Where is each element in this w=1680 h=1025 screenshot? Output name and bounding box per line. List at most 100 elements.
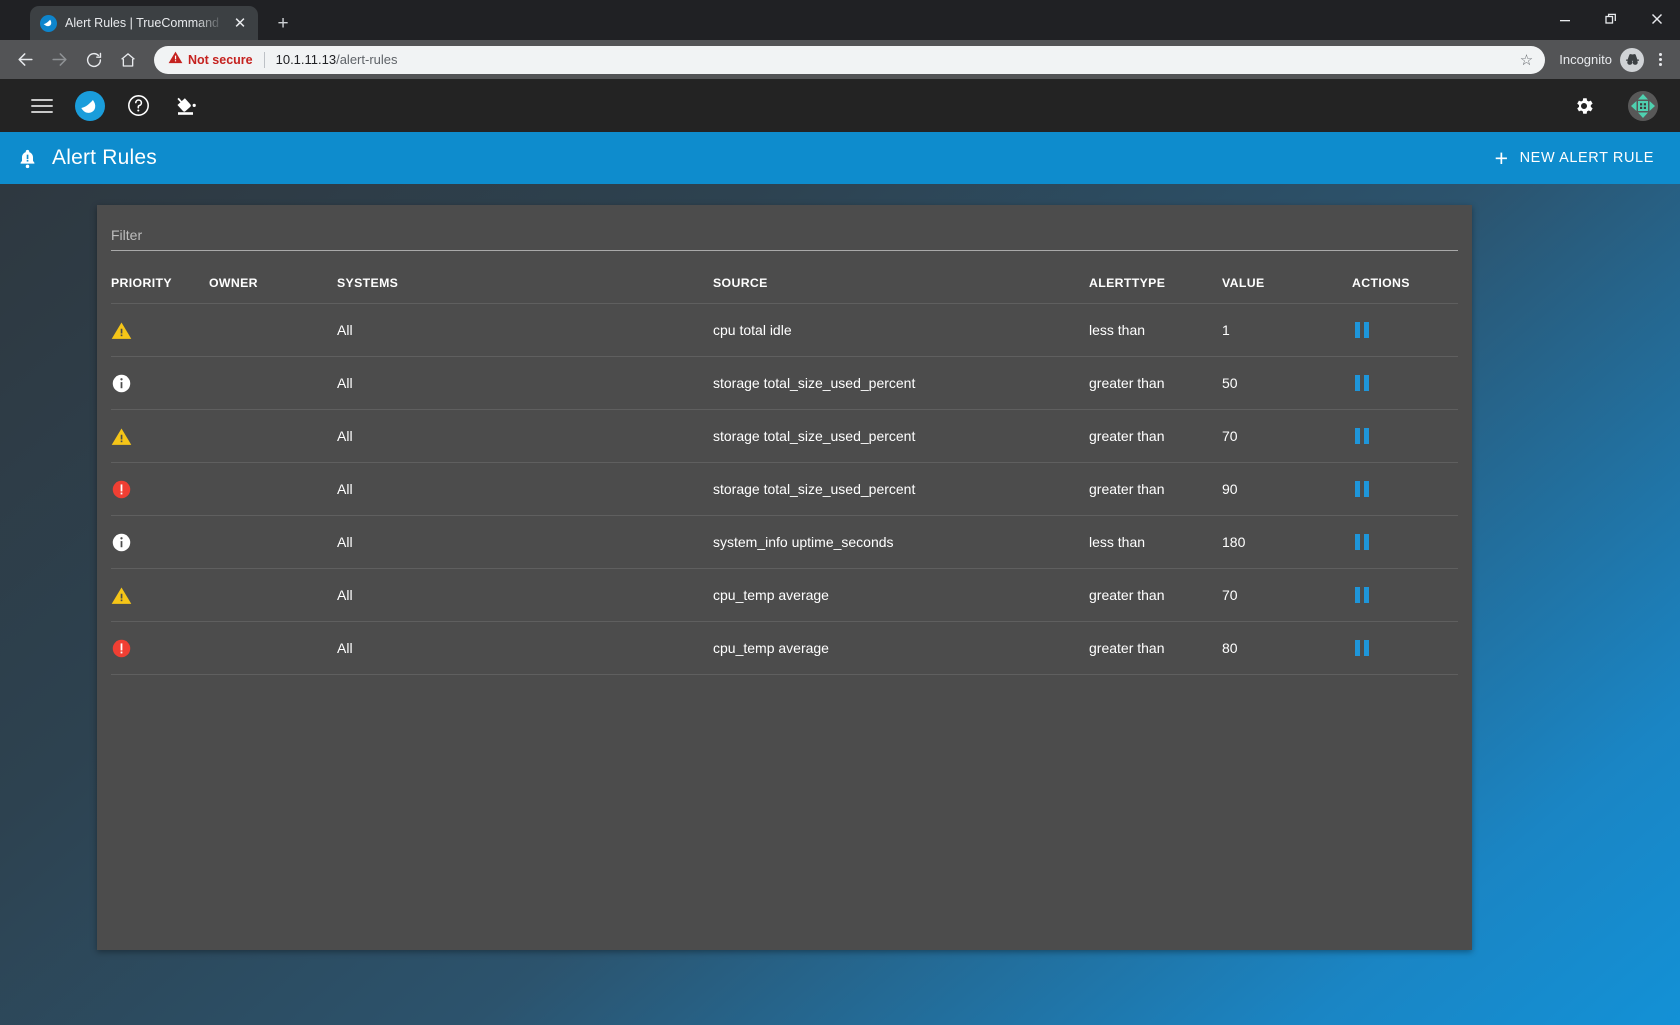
- column-header-owner[interactable]: OWNER: [209, 251, 337, 304]
- table-header: PRIORITY OWNER SYSTEMS SOURCE ALERTTYPE …: [111, 251, 1458, 304]
- pause-bar-left: [1355, 534, 1360, 550]
- truecommand-logo-icon: [40, 14, 57, 32]
- column-header-value[interactable]: VALUE: [1222, 251, 1352, 304]
- pause-icon[interactable]: [1352, 425, 1372, 447]
- window-controls: [1542, 0, 1680, 38]
- cell-systems: All: [337, 568, 713, 622]
- cell-value: 70: [1222, 568, 1352, 622]
- kebab-menu-icon[interactable]: [1650, 51, 1670, 68]
- gear-icon[interactable]: [1560, 84, 1608, 128]
- table-body: All cpu total idle less than 1 All storage to…: [111, 303, 1458, 675]
- truecommand-logo-icon[interactable]: [66, 84, 114, 128]
- pause-bar-right: [1364, 534, 1369, 550]
- cell-actions: [1352, 568, 1458, 622]
- pause-bar-right: [1364, 587, 1369, 603]
- cell-systems: All: [337, 303, 713, 357]
- cell-owner: [209, 303, 337, 357]
- column-header-alerttype[interactable]: ALERTTYPE: [1089, 251, 1222, 304]
- pause-icon[interactable]: [1352, 319, 1372, 341]
- table-row[interactable]: All cpu_temp average greater than 70: [111, 568, 1458, 622]
- column-header-systems[interactable]: SYSTEMS: [337, 251, 713, 304]
- paint-bucket-icon[interactable]: [162, 84, 210, 128]
- pause-icon[interactable]: [1352, 531, 1372, 553]
- warning-triangle-icon: [111, 304, 209, 356]
- error-circle-icon: [111, 463, 209, 515]
- reload-icon[interactable]: [78, 44, 109, 75]
- cell-value: 1: [1222, 303, 1352, 357]
- cell-systems: All: [337, 409, 713, 463]
- column-header-priority[interactable]: PRIORITY: [111, 251, 209, 304]
- table-row[interactable]: All cpu_temp average greater than 80: [111, 621, 1458, 675]
- url-display: 10.1.11.13/alert-rules: [276, 52, 1513, 67]
- plus-icon: +: [1494, 144, 1509, 171]
- security-indicator[interactable]: Not secure: [168, 50, 253, 70]
- pause-bar-left: [1355, 375, 1360, 391]
- browser-tab-title: Alert Rules | TrueCommand: [65, 16, 219, 30]
- back-arrow-icon[interactable]: [10, 44, 41, 75]
- alert-rules-card: PRIORITY OWNER SYSTEMS SOURCE ALERTTYPE …: [97, 205, 1472, 950]
- warning-triangle-icon: [168, 50, 183, 70]
- cell-alerttype: greater than: [1089, 621, 1222, 675]
- pause-icon[interactable]: [1352, 637, 1372, 659]
- warning-triangle-icon: [111, 569, 209, 621]
- close-icon[interactable]: [1634, 0, 1680, 38]
- cell-actions: [1352, 621, 1458, 675]
- cell-value: 180: [1222, 515, 1352, 569]
- cell-owner: [209, 515, 337, 569]
- cell-alerttype: greater than: [1089, 409, 1222, 463]
- table-row[interactable]: All system_info uptime_seconds less than 18…: [111, 515, 1458, 569]
- cell-priority: [111, 409, 209, 463]
- error-circle-icon: [111, 622, 209, 674]
- home-icon[interactable]: [112, 44, 143, 75]
- cell-owner: [209, 621, 337, 675]
- star-icon[interactable]: ☆: [1520, 51, 1533, 69]
- cell-alerttype: less than: [1089, 515, 1222, 569]
- pause-bar-right: [1364, 322, 1369, 338]
- cell-priority: [111, 568, 209, 622]
- cell-actions: [1352, 356, 1458, 410]
- cell-systems: All: [337, 462, 713, 516]
- cell-priority: [111, 462, 209, 516]
- user-avatar-icon[interactable]: [1628, 90, 1658, 121]
- column-header-source[interactable]: SOURCE: [713, 251, 1089, 304]
- cell-owner: [209, 568, 337, 622]
- cell-owner: [209, 462, 337, 516]
- cell-source: cpu_temp average: [713, 621, 1089, 675]
- cell-systems: All: [337, 356, 713, 410]
- table-row[interactable]: All storage total_size_used_percent greate…: [111, 462, 1458, 516]
- pause-icon[interactable]: [1352, 584, 1372, 606]
- omnibox-divider: [263, 51, 265, 68]
- pause-icon[interactable]: [1352, 372, 1372, 394]
- incognito-hat-icon[interactable]: [1620, 47, 1644, 72]
- cell-systems: All: [337, 515, 713, 569]
- minimize-icon[interactable]: [1542, 0, 1588, 38]
- app-toolbar: [0, 79, 1680, 132]
- page-header: Alert Rules + NEW ALERT RULE: [0, 132, 1680, 184]
- new-tab-button[interactable]: +: [272, 14, 294, 33]
- alert-rules-table: PRIORITY OWNER SYSTEMS SOURCE ALERTTYPE …: [111, 251, 1458, 675]
- new-alert-rule-button[interactable]: + NEW ALERT RULE: [1491, 141, 1658, 176]
- pause-bar-left: [1355, 322, 1360, 338]
- table-row[interactable]: All storage total_size_used_percent greate…: [111, 356, 1458, 410]
- cell-alerttype: greater than: [1089, 462, 1222, 516]
- cell-actions: [1352, 462, 1458, 516]
- cell-actions: [1352, 515, 1458, 569]
- column-header-actions: ACTIONS: [1352, 276, 1410, 290]
- cell-source: storage total_size_used_percent: [713, 356, 1089, 410]
- pause-icon[interactable]: [1352, 478, 1372, 500]
- cell-actions: [1352, 409, 1458, 463]
- browser-toolbar: Not secure 10.1.11.13/alert-rules ☆ Inco…: [0, 40, 1680, 79]
- table-row[interactable]: All cpu total idle less than 1: [111, 303, 1458, 357]
- address-bar[interactable]: Not secure 10.1.11.13/alert-rules ☆: [154, 45, 1546, 74]
- help-circle-icon[interactable]: [114, 84, 162, 128]
- cell-value: 80: [1222, 621, 1352, 675]
- cell-value: 70: [1222, 409, 1352, 463]
- table-row[interactable]: All storage total_size_used_percent greate…: [111, 409, 1458, 463]
- table-header-row: PRIORITY OWNER SYSTEMS SOURCE ALERTTYPE …: [111, 251, 1458, 304]
- browser-tab[interactable]: Alert Rules | TrueCommand ✕: [30, 6, 258, 40]
- hamburger-menu-icon[interactable]: [18, 84, 66, 128]
- restore-icon[interactable]: [1588, 0, 1634, 38]
- close-icon[interactable]: ✕: [232, 16, 248, 31]
- filter-input[interactable]: [111, 223, 1458, 251]
- cell-priority: [111, 515, 209, 569]
